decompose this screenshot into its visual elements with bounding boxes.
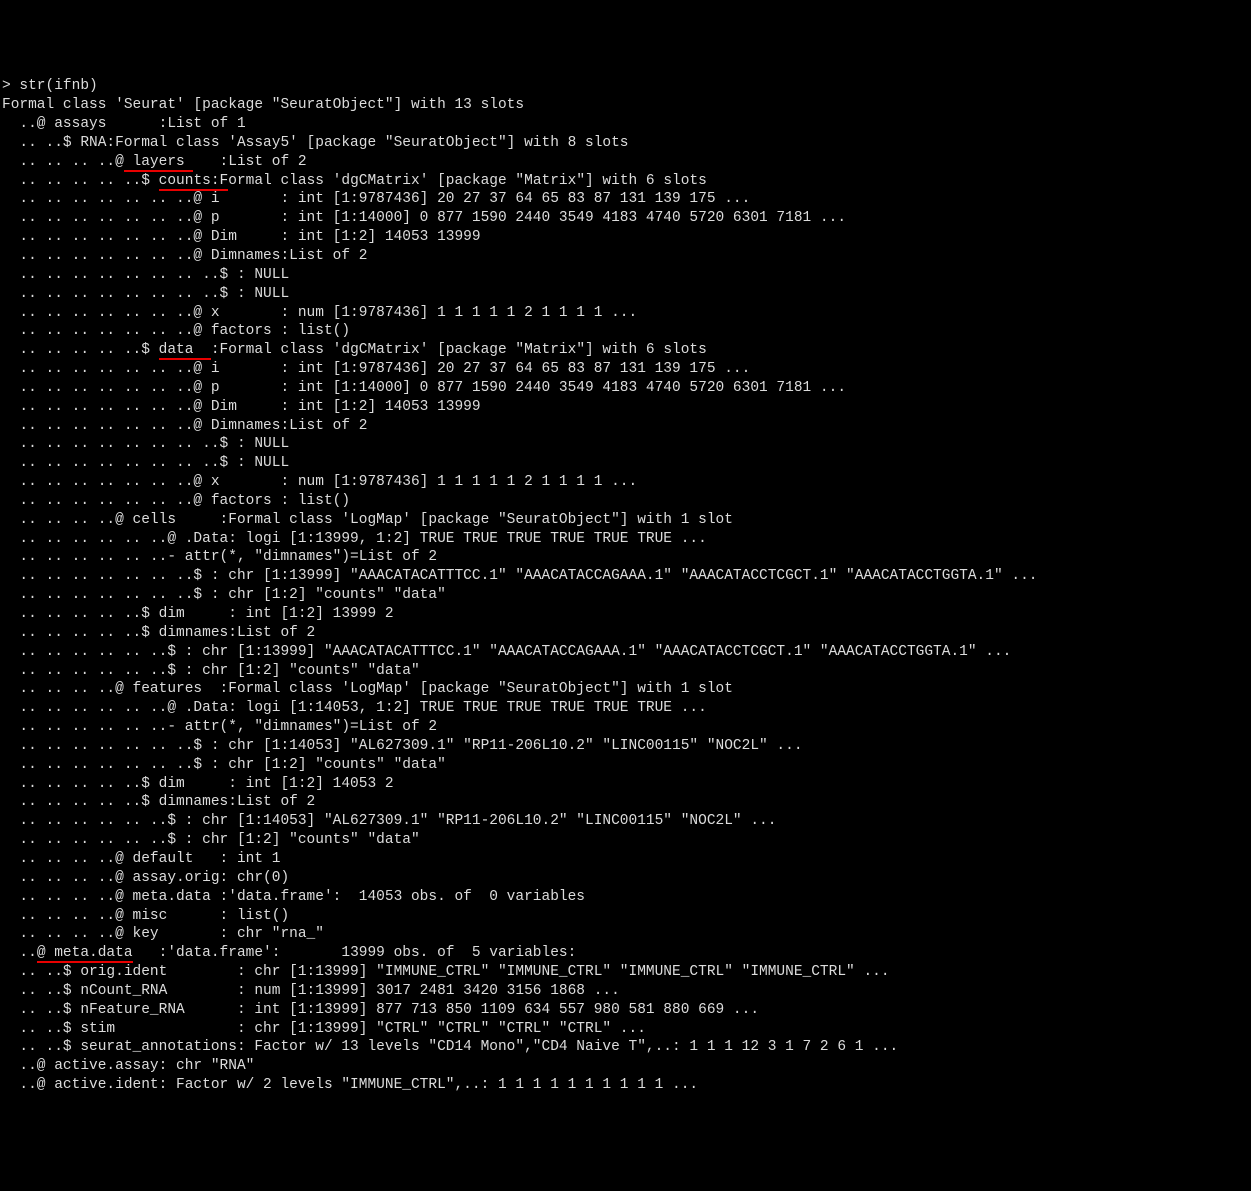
console-line: .. .. .. .. .. ..$ : chr [1:2] "counts" … — [2, 662, 1249, 681]
console-line: Formal class 'Seurat' [package "SeuratOb… — [2, 96, 1249, 115]
console-line: .. .. .. .. .. .. ..$ : chr [1:2] "count… — [2, 586, 1249, 605]
console-line: .. .. .. .. .. .. ..@ i : int [1:9787436… — [2, 360, 1249, 379]
console-line: .. ..$ stim : chr [1:13999] "CTRL" "CTRL… — [2, 1020, 1249, 1039]
highlight-underline: @ meta.data — [37, 945, 133, 963]
console-line: .. ..$ seurat_annotations: Factor w/ 13 … — [2, 1038, 1249, 1057]
console-line: .. .. .. ..@ meta.data :'data.frame': 14… — [2, 888, 1249, 907]
console-line: .. .. .. .. .. .. .. ..$ : NULL — [2, 435, 1249, 454]
console-line: .. .. .. .. .. .. ..$ : chr [1:2] "count… — [2, 756, 1249, 775]
console-line: .. .. .. .. .. .. ..$ : chr [1:13999] "A… — [2, 567, 1249, 586]
console-line: .. ..$ nCount_RNA : num [1:13999] 3017 2… — [2, 982, 1249, 1001]
console-line: .. .. .. .. .. .. ..@ Dim : int [1:2] 14… — [2, 228, 1249, 247]
console-line: .. .. .. .. .. ..@ .Data: logi [1:14053,… — [2, 699, 1249, 718]
console-line: .. .. .. ..@ features :Formal class 'Log… — [2, 680, 1249, 699]
console-line: .. ..$ RNA:Formal class 'Assay5' [packag… — [2, 134, 1249, 153]
console-line: .. .. .. .. .. .. ..@ factors : list() — [2, 492, 1249, 511]
console-line: .. .. .. .. ..$ dimnames:List of 2 — [2, 624, 1249, 643]
console-line: .. .. .. ..@ layers :List of 2 — [2, 153, 1249, 172]
console-line: .. .. .. .. .. ..$ : chr [1:14053] "AL62… — [2, 812, 1249, 831]
console-line: .. .. .. .. .. .. ..@ p : int [1:14000] … — [2, 379, 1249, 398]
console-line: .. .. .. .. ..$ counts:Formal class 'dgC… — [2, 172, 1249, 191]
console-line: .. .. .. .. .. .. ..@ factors : list() — [2, 322, 1249, 341]
console-line: > str(ifnb) — [2, 77, 1249, 96]
console-line: ..@ meta.data :'data.frame': 13999 obs. … — [2, 944, 1249, 963]
console-line: .. .. .. .. .. ..@ .Data: logi [1:13999,… — [2, 530, 1249, 549]
console-line: ..@ active.ident: Factor w/ 2 levels "IM… — [2, 1076, 1249, 1095]
console-line: .. .. .. .. ..$ dimnames:List of 2 — [2, 793, 1249, 812]
console-line: .. .. .. .. .. .. ..@ Dimnames:List of 2 — [2, 417, 1249, 436]
console-line: .. .. .. .. .. .. .. ..$ : NULL — [2, 454, 1249, 473]
highlight-underline: layers — [124, 154, 194, 172]
console-line: .. .. .. .. .. .. ..@ Dimnames:List of 2 — [2, 247, 1249, 266]
terminal-output: > str(ifnb)Formal class 'Seurat' [packag… — [2, 77, 1249, 1095]
highlight-underline: counts:F — [159, 173, 229, 191]
console-line: .. .. .. ..@ key : chr "rna_" — [2, 925, 1249, 944]
console-line: .. .. .. ..@ cells :Formal class 'LogMap… — [2, 511, 1249, 530]
console-line: .. .. .. .. .. .. ..$ : chr [1:14053] "A… — [2, 737, 1249, 756]
console-line: .. ..$ orig.ident : chr [1:13999] "IMMUN… — [2, 963, 1249, 982]
console-line: .. .. .. .. .. .. ..@ i : int [1:9787436… — [2, 190, 1249, 209]
console-line: .. .. .. .. ..$ data :Formal class 'dgCM… — [2, 341, 1249, 360]
console-line: ..@ assays :List of 1 — [2, 115, 1249, 134]
console-line: .. ..$ nFeature_RNA : int [1:13999] 877 … — [2, 1001, 1249, 1020]
console-line: .. .. .. ..@ default : int 1 — [2, 850, 1249, 869]
console-line: .. .. .. .. .. .. ..@ p : int [1:14000] … — [2, 209, 1249, 228]
console-line: .. .. .. .. ..$ dim : int [1:2] 14053 2 — [2, 775, 1249, 794]
console-line: .. .. .. .. .. .. ..@ x : num [1:9787436… — [2, 304, 1249, 323]
console-line: .. .. .. ..@ misc : list() — [2, 907, 1249, 926]
console-line: .. .. .. .. .. .. .. ..$ : NULL — [2, 266, 1249, 285]
console-line: .. .. .. .. .. ..- attr(*, "dimnames")=L… — [2, 548, 1249, 567]
console-line: .. .. .. .. .. .. ..@ x : num [1:9787436… — [2, 473, 1249, 492]
console-line: .. .. .. .. .. .. .. ..$ : NULL — [2, 285, 1249, 304]
console-line: ..@ active.assay: chr "RNA" — [2, 1057, 1249, 1076]
console-line: .. .. .. .. ..$ dim : int [1:2] 13999 2 — [2, 605, 1249, 624]
console-line: .. .. .. .. .. ..- attr(*, "dimnames")=L… — [2, 718, 1249, 737]
console-line: .. .. .. .. .. ..$ : chr [1:13999] "AAAC… — [2, 643, 1249, 662]
highlight-underline: data — [159, 342, 211, 360]
console-line: .. .. .. ..@ assay.orig: chr(0) — [2, 869, 1249, 888]
console-line: .. .. .. .. .. .. ..@ Dim : int [1:2] 14… — [2, 398, 1249, 417]
console-line: .. .. .. .. .. ..$ : chr [1:2] "counts" … — [2, 831, 1249, 850]
